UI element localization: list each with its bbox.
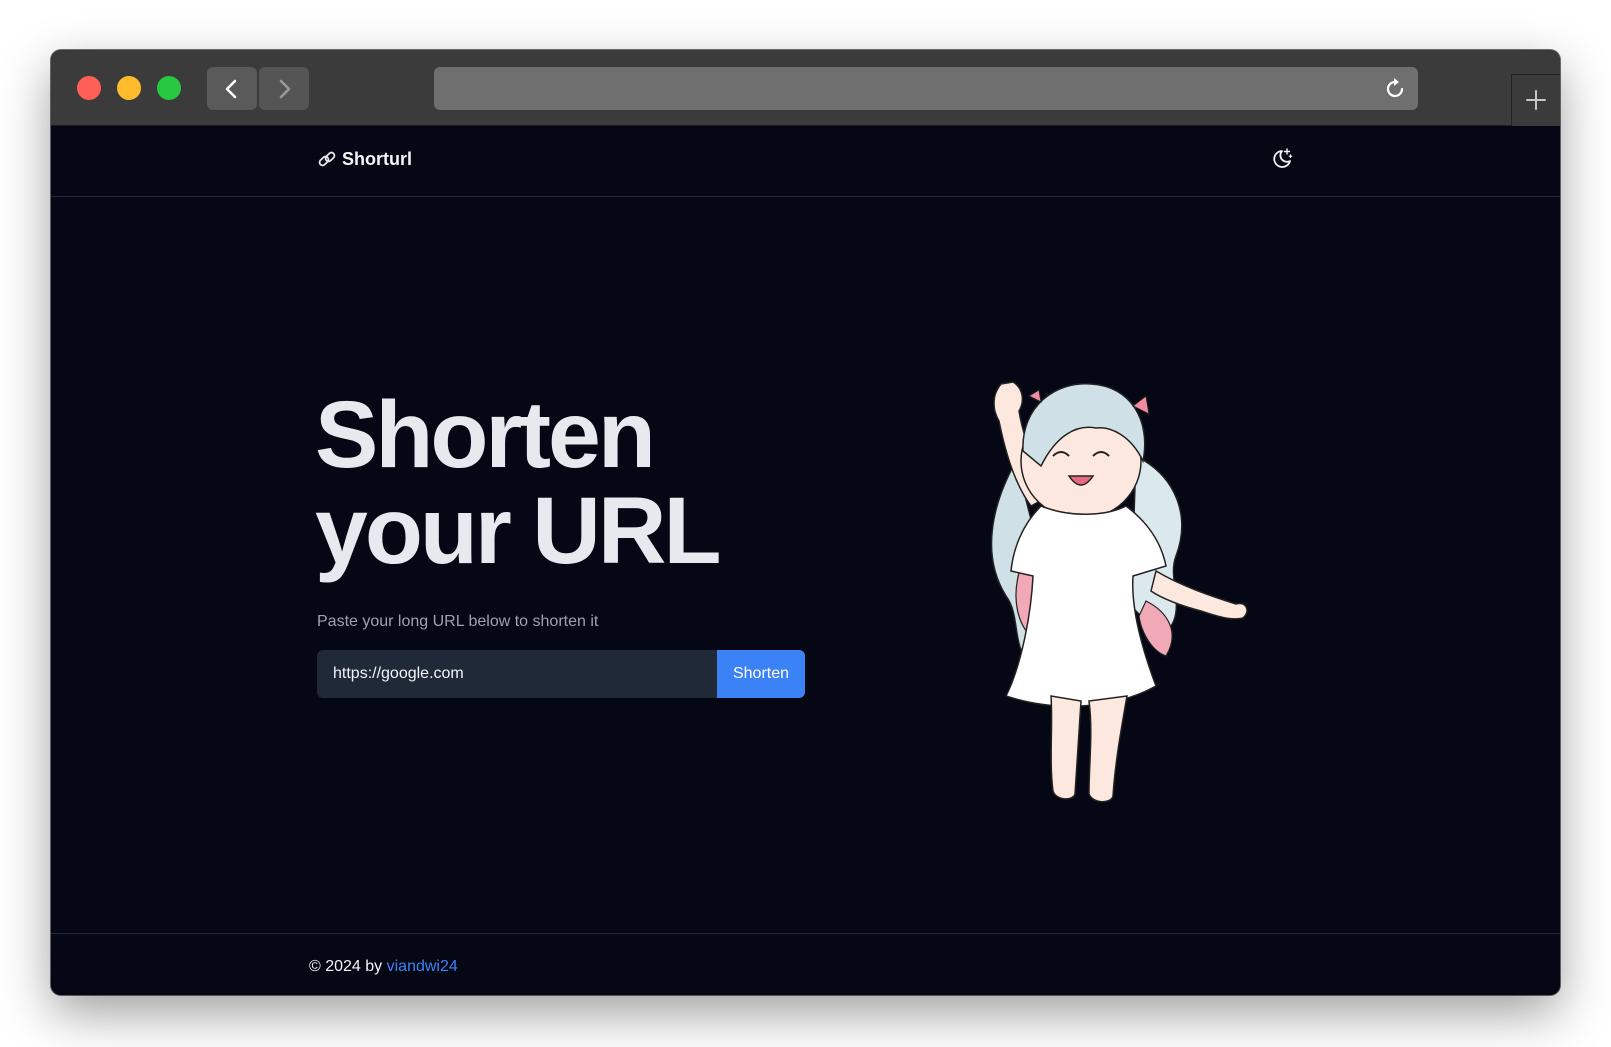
hero-title-line-2: your URL (315, 478, 721, 584)
brand-logo-link[interactable]: Shorturl (316, 148, 412, 170)
moon-stars-icon (1273, 148, 1293, 168)
maximize-window-button[interactable] (157, 76, 181, 100)
brand-name: Shorturl (342, 148, 412, 169)
hero-subtitle: Paste your long URL below to shorten it (317, 613, 599, 630)
chevron-right-icon (279, 79, 291, 99)
author-link[interactable]: viandwi24 (387, 958, 458, 975)
hero-title: Shorten your URL (315, 382, 721, 584)
copyright-text: © 2024 by (309, 958, 387, 975)
plus-icon (1526, 90, 1546, 110)
link-icon (318, 151, 336, 167)
reload-icon[interactable] (1382, 76, 1408, 102)
forward-button[interactable] (259, 67, 309, 110)
site-footer: © 2024 by viandwi24 (51, 933, 1560, 995)
browser-toolbar (51, 50, 1560, 126)
shorten-form: Shorten (317, 650, 805, 698)
minimize-window-button[interactable] (117, 76, 141, 100)
footer-copyright: © 2024 by viandwi24 (309, 958, 458, 976)
anime-girl-cheering-illustration (990, 381, 1248, 803)
new-tab-button[interactable] (1511, 74, 1560, 126)
address-bar[interactable] (434, 67, 1418, 110)
page-content: Shorturl Shorten your URL Paste your lon… (51, 126, 1560, 995)
browser-window: Shorturl Shorten your URL Paste your lon… (51, 50, 1560, 995)
url-input[interactable] (317, 650, 717, 698)
chevron-left-icon (225, 79, 237, 99)
site-header: Shorturl (51, 126, 1560, 197)
back-button[interactable] (207, 67, 257, 110)
shorten-button[interactable]: Shorten (717, 650, 805, 698)
hero-title-line-1: Shorten (315, 382, 656, 488)
close-window-button[interactable] (77, 76, 101, 100)
theme-toggle-button[interactable] (1268, 146, 1294, 172)
